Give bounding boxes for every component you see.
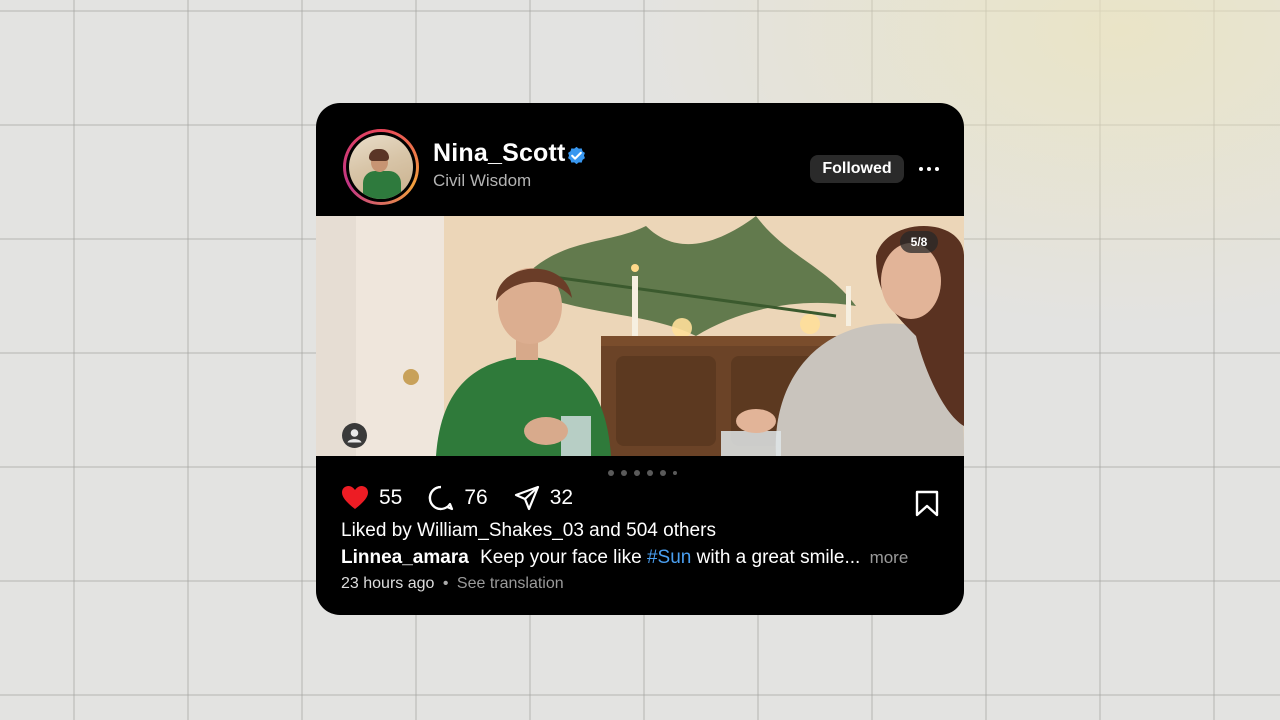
more-link[interactable]: more [870, 548, 909, 567]
likes-count: 55 [379, 486, 403, 509]
avatar[interactable] [343, 129, 419, 205]
action-bar: 55 76 32 [341, 484, 599, 512]
see-translation-link[interactable]: See translation [457, 575, 564, 592]
photo-illustration [316, 216, 964, 456]
user-tag-icon[interactable] [342, 423, 367, 448]
send-icon [514, 485, 539, 511]
liked-by-text[interactable]: Liked by William_Shakes_03 and 504 other… [341, 520, 716, 542]
slide-counter: 5/8 [900, 231, 938, 253]
caption: Linnea_amara Keep your face like #Sun wi… [341, 547, 908, 569]
carousel-dot[interactable] [660, 470, 666, 476]
user-subtitle: Civil Wisdom [433, 171, 532, 190]
caption-text-after: with a great smile... [696, 547, 861, 568]
bookmark-icon[interactable] [915, 490, 939, 517]
comment-icon [429, 485, 454, 511]
post-card: Nina_Scott Civil Wisdom Followed 5/8 55 … [316, 103, 964, 615]
verified-badge-icon [568, 146, 585, 165]
carousel-dot[interactable] [673, 471, 677, 475]
comments-count: 76 [464, 486, 488, 509]
followed-button[interactable]: Followed [810, 155, 904, 183]
carousel-dots [608, 470, 677, 476]
meta-separator: • [442, 575, 449, 592]
carousel-dot[interactable] [621, 470, 627, 476]
carousel-dot[interactable] [634, 470, 640, 476]
post-photo[interactable]: 5/8 [316, 216, 964, 456]
caption-author[interactable]: Linnea_amara [341, 547, 469, 568]
comment-button[interactable]: 76 [428, 485, 488, 511]
shares-count: 32 [549, 486, 574, 509]
username[interactable]: Nina_Scott [433, 139, 566, 168]
avatar-image [349, 135, 413, 199]
post-meta: 23 hours ago • See translation [341, 575, 564, 593]
more-horizontal-icon[interactable] [917, 161, 941, 177]
carousel-dot[interactable] [647, 470, 653, 476]
caption-text-before: Keep your face like [480, 547, 642, 568]
share-button[interactable]: 32 [514, 485, 573, 511]
heart-icon [342, 486, 368, 509]
timestamp: 23 hours ago [341, 575, 435, 592]
carousel-dot[interactable] [608, 470, 614, 476]
hashtag-link[interactable]: #Sun [647, 547, 691, 568]
like-button[interactable]: 55 [341, 485, 402, 511]
